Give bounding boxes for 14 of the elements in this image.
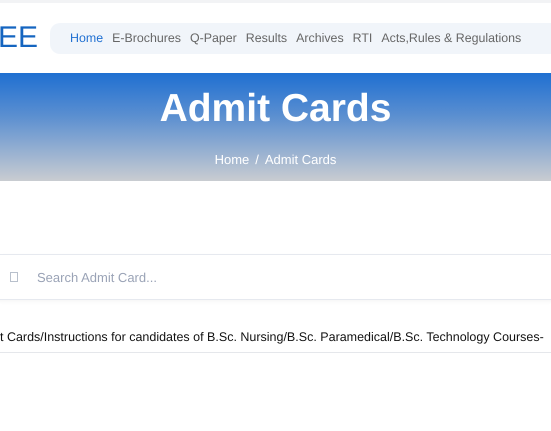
nav-link[interactable]: Results: [246, 31, 288, 45]
nav-link[interactable]: E-Brochures: [112, 31, 181, 45]
nav-link[interactable]: Q-Paper: [190, 31, 237, 45]
page-title: Admit Cards: [160, 87, 392, 131]
search-field[interactable]: Search Admit Card...: [0, 254, 551, 300]
nav-link[interactable]: RTI: [352, 31, 372, 45]
breadcrumb-separator: /: [255, 152, 259, 167]
admit-card-link[interactable]: t Cards/Instructions for candidates of B.Sc. Nursing/B.Sc. Paramedical/B.Sc. Technology Courses-: [0, 330, 551, 353]
square-icon: [10, 272, 18, 282]
site-logo[interactable]: EE: [0, 23, 38, 53]
nav-link[interactable]: Acts,Rules & Regulations: [381, 31, 522, 45]
nav-link[interactable]: Home: [70, 31, 104, 45]
breadcrumb-current-page: Admit Cards: [264, 152, 336, 167]
nav-link[interactable]: Archives: [296, 31, 344, 45]
